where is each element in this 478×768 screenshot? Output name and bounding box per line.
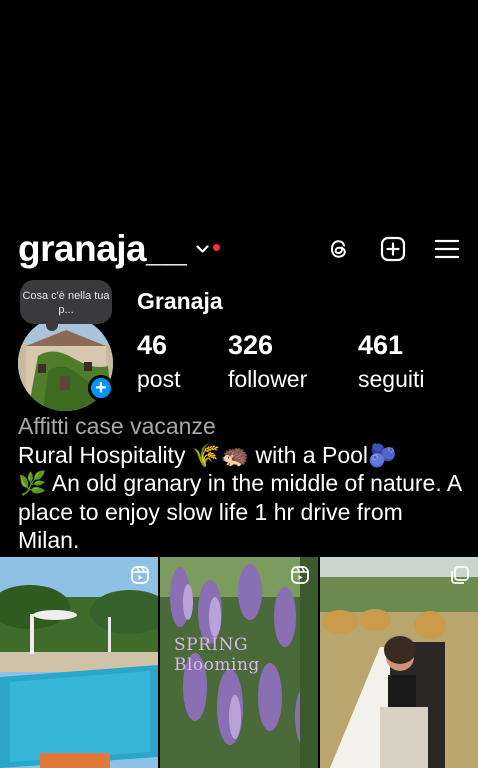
bio-line: Rural Hospitality 🌾🦔 with a Pool🫐	[18, 441, 397, 468]
username[interactable]: granaja__	[18, 228, 187, 270]
followers-count: 326	[228, 330, 274, 360]
notification-dot	[213, 243, 221, 251]
post-tile-dinner[interactable]	[320, 557, 478, 768]
profile-header: granaja__	[18, 226, 460, 272]
bio-line: 🌿 An old granary in the middle of nature…	[18, 470, 461, 553]
post-tile-wisteria[interactable]: SPRING Blooming	[160, 557, 318, 768]
followers-label: follower	[228, 366, 308, 392]
plus-icon: +	[95, 377, 107, 399]
posts-count: 46	[137, 330, 168, 360]
following-label: seguiti	[358, 366, 425, 392]
reel-icon	[290, 565, 310, 585]
threads-icon[interactable]	[326, 236, 352, 262]
reel-icon	[130, 565, 150, 585]
post-tile-pool[interactable]	[0, 557, 158, 768]
add-story-button[interactable]: +	[88, 375, 114, 401]
following-count: 461	[358, 330, 404, 360]
post-overlay-text: SPRING Blooming	[174, 635, 260, 675]
following-stat[interactable]: 461 seguiti	[358, 330, 424, 394]
display-name: Granaja	[137, 288, 223, 314]
followers-stat[interactable]: 326 follower	[228, 330, 307, 394]
category-label: Affitti case vacanze	[18, 413, 216, 439]
menu-icon[interactable]	[434, 236, 460, 262]
post-grid: SPRING Blooming	[0, 557, 478, 768]
profile-info: Cosa c'è nella tua p... + Granaja 46 pos…	[18, 278, 460, 411]
bio: Affitti case vacanze Rural Hospitality 🌾…	[18, 412, 464, 555]
carousel-icon	[450, 565, 470, 585]
chevron-down-icon[interactable]	[196, 244, 209, 254]
posts-stat[interactable]: 46 post	[137, 330, 180, 394]
posts-label: post	[137, 366, 181, 392]
note-bubble[interactable]: Cosa c'è nella tua p...	[20, 280, 112, 331]
plus-square-icon[interactable]	[380, 236, 406, 262]
